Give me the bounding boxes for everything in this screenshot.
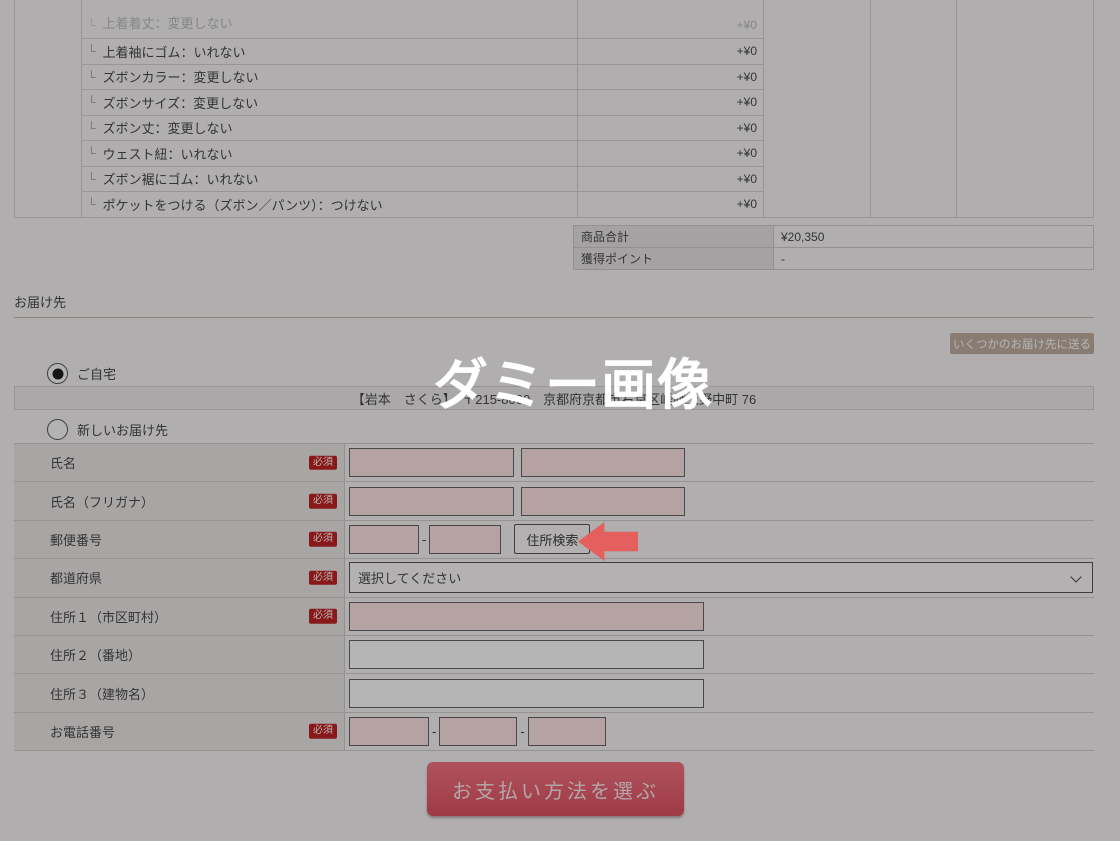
dim-overlay	[0, 0, 1120, 841]
dummy-image-watermark: ダミー画像	[433, 358, 713, 413]
